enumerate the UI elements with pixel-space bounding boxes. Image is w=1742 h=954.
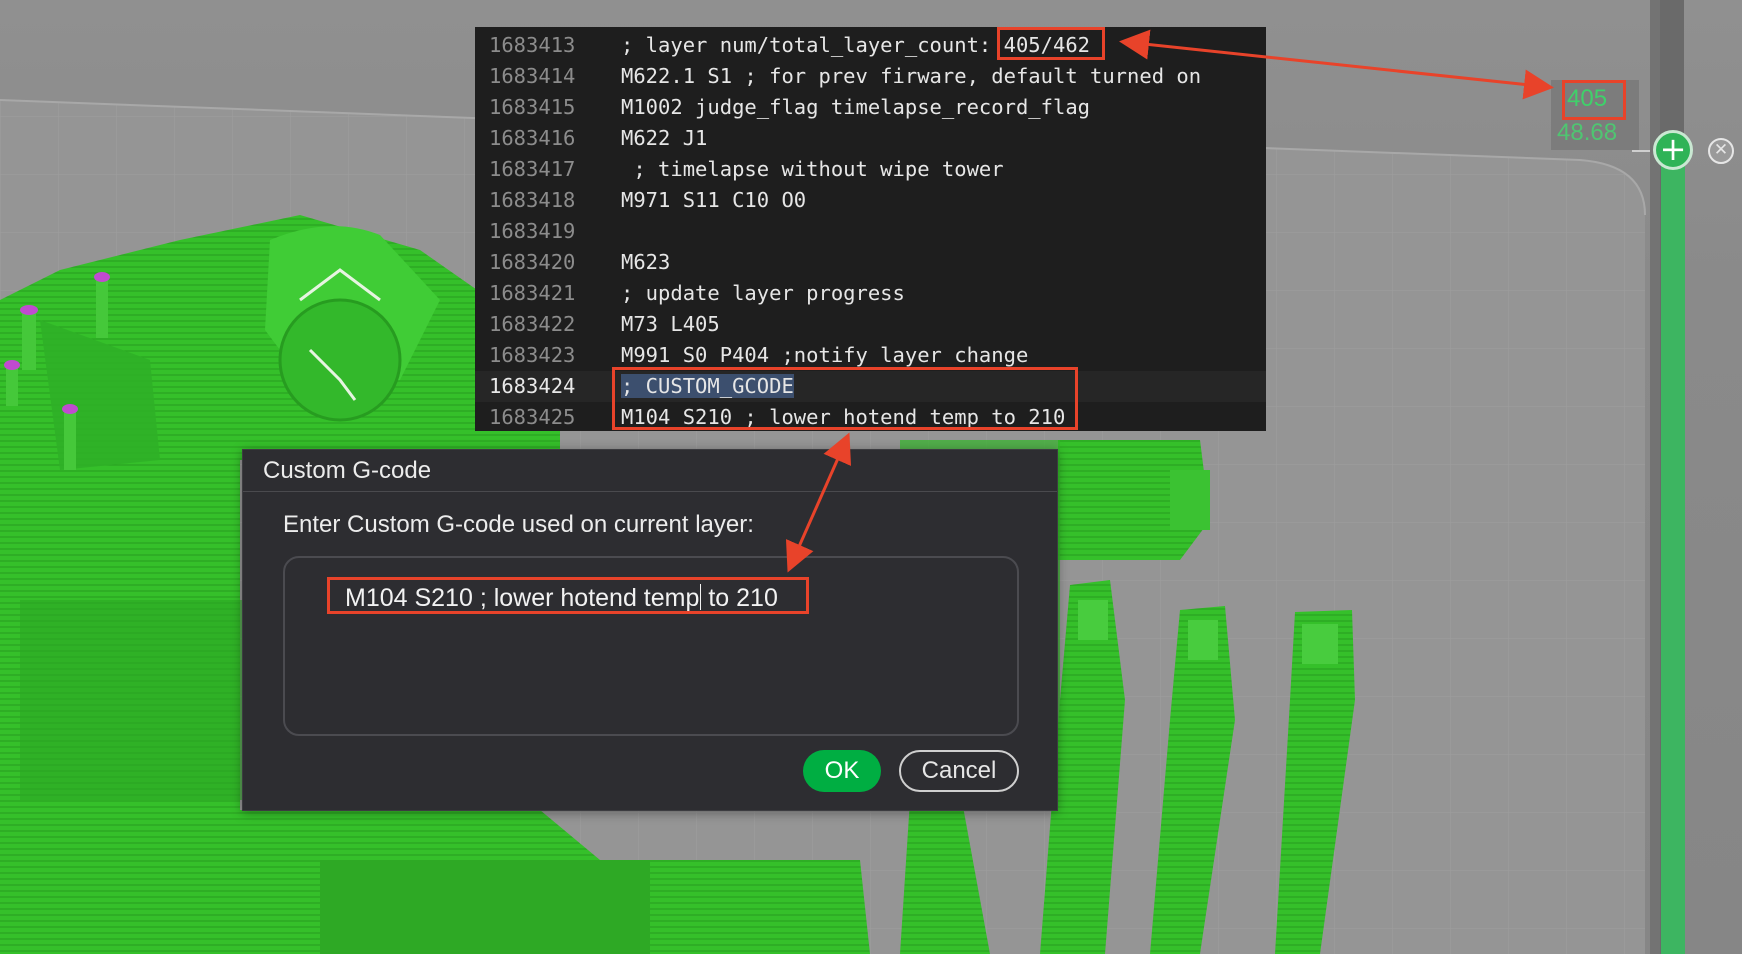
code-line: 1683421 ; update layer progress (475, 278, 1266, 309)
line-number: 1683424 (489, 374, 576, 398)
layer-label-tick (1632, 150, 1650, 152)
close-icon[interactable]: ✕ (1708, 138, 1734, 164)
line-number: 1683416 (489, 126, 576, 150)
code-line: 1683414 M622.1 S1 ; for prev firware, de… (475, 61, 1266, 92)
code-line: 1683413 ; layer num/total_layer_count: 4… (475, 30, 1266, 61)
plus-icon[interactable]: + (1653, 130, 1693, 170)
line-number: 1683418 (489, 188, 576, 212)
line-number: 1683415 (489, 95, 576, 119)
current-layer-height: 48.68 (1557, 119, 1618, 146)
line-number: 1683420 (489, 250, 576, 274)
line-number: 1683419 (489, 219, 576, 243)
line-text: M73 L405 (621, 312, 720, 336)
code-line: 1683418 M971 S11 C10 O0 (475, 185, 1266, 216)
line-number: 1683413 (489, 33, 576, 57)
line-text: M622 J1 (621, 126, 708, 150)
line-number: 1683422 (489, 312, 576, 336)
layer-count-value: 405/462 (1003, 33, 1091, 57)
code-line: 1683416 M622 J1 (475, 123, 1266, 154)
line-text: M104 S210 ; lower hotend temp to 210 (621, 405, 1066, 429)
dialog-prompt: Enter Custom G-code used on current laye… (283, 511, 754, 538)
line-number: 1683423 (489, 343, 576, 367)
cancel-button[interactable]: Cancel (899, 750, 1019, 792)
line-text: M991 S0 P404 ;notify layer change (621, 343, 1029, 367)
line-number: 1683421 (489, 281, 576, 305)
line-text: M622.1 S1 ; for prev firware, default tu… (621, 64, 1202, 88)
selected-text: ; CUSTOM_GCODE (621, 374, 794, 398)
input-text-before-caret: M104 S210 ; lower hotend temp (345, 584, 700, 612)
code-line: 1683417 ; timelapse without wipe tower (475, 154, 1266, 185)
line-text: M623 (621, 250, 671, 274)
custom-gcode-dialog: Custom G-code Enter Custom G-code used o… (242, 449, 1058, 811)
current-layer-number: 405 (1567, 85, 1608, 112)
line-text: ; update layer progress (621, 281, 905, 305)
code-line: 1683422 M73 L405 (475, 309, 1266, 340)
dialog-title: Custom G-code (243, 450, 1057, 492)
input-text-after-caret: to 210 (701, 584, 778, 612)
code-line-current: 1683424 ; CUSTOM_GCODE (475, 371, 1266, 402)
code-line: 1683425 M104 S210 ; lower hotend temp to… (475, 402, 1266, 433)
line-text: ; timelapse without wipe tower (621, 157, 1004, 181)
line-text: M971 S11 C10 O0 (621, 188, 807, 212)
code-line: 1683420 M623 (475, 247, 1266, 278)
line-number: 1683414 (489, 64, 576, 88)
ok-button[interactable]: OK (803, 750, 881, 792)
layer-slider-fill (1661, 150, 1685, 954)
line-number: 1683425 (489, 405, 576, 429)
gcode-viewer[interactable]: 1683413 ; layer num/total_layer_count: 4… (475, 27, 1266, 431)
line-text: ; CUSTOM_GCODE (621, 371, 794, 402)
line-text: M1002 judge_flag timelapse_record_flag (621, 95, 1090, 119)
custom-gcode-input[interactable]: M104 S210 ; lower hotend temp to 210 (283, 556, 1019, 736)
line-text: ; layer num/total_layer_count: 405/462 (621, 33, 1091, 57)
code-line: 1683415 M1002 judge_flag timelapse_recor… (475, 92, 1266, 123)
code-line: 1683423 M991 S0 P404 ;notify layer chang… (475, 340, 1266, 371)
line-number: 1683417 (489, 157, 576, 181)
code-line: 1683419 (475, 216, 1266, 247)
